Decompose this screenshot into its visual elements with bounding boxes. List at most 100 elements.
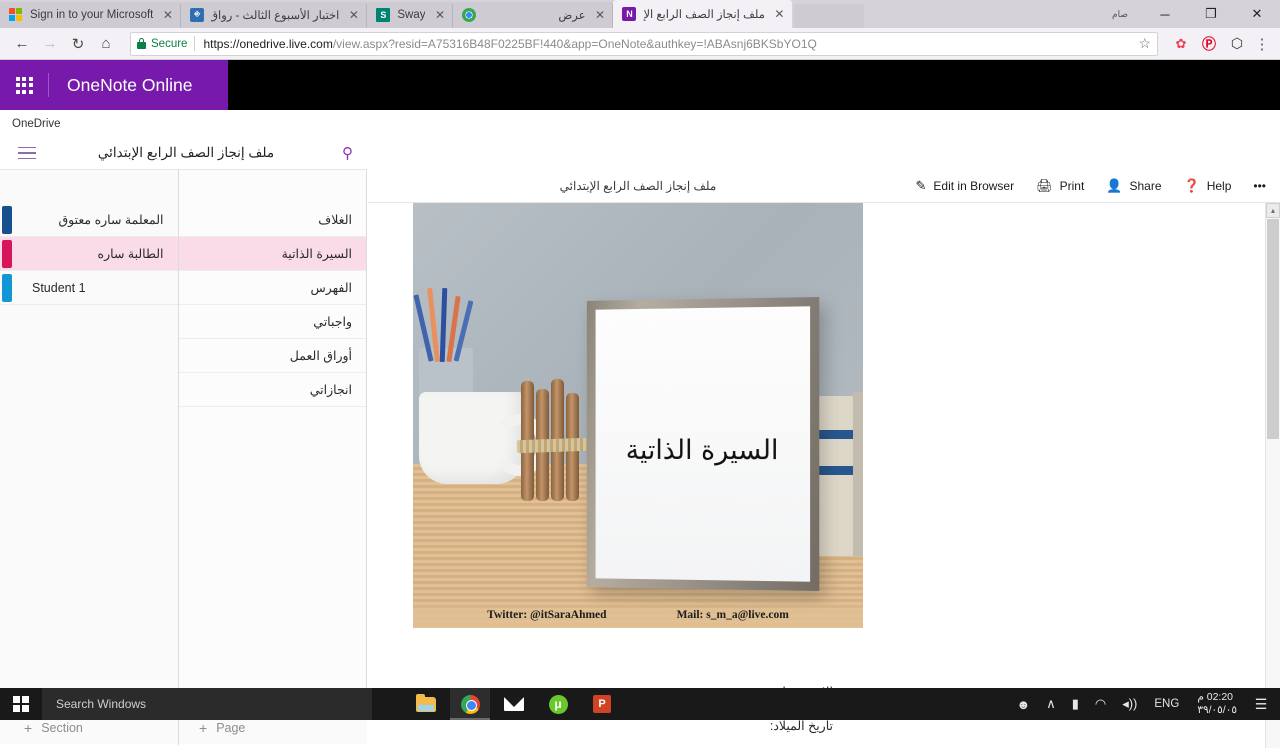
pocket-extension-icon[interactable]: ✿ <box>1170 33 1192 55</box>
browser-tab[interactable]: عرض ✕ <box>453 2 613 28</box>
plus-icon: + <box>24 720 32 736</box>
add-section-label: Section <box>41 721 83 735</box>
section-item-selected[interactable]: الطالبة ساره <box>0 237 178 271</box>
help-circle-icon: ❓ <box>1184 178 1200 194</box>
window-controls: صام ─ ❐ ✕ <box>1112 0 1280 28</box>
scrollbar-thumb[interactable] <box>1267 219 1279 439</box>
page-item[interactable]: أوراق العمل <box>179 339 366 373</box>
onenote-icon: N <box>622 7 636 21</box>
battery-icon[interactable]: ▮ <box>1064 688 1087 720</box>
wifi-icon[interactable]: ◠ <box>1087 688 1114 720</box>
utorrent-icon[interactable]: μ <box>538 688 578 720</box>
body-line-birthdate[interactable]: تاريخ الميلاد: <box>413 718 833 733</box>
tab-close-icon[interactable]: ✕ <box>773 8 786 21</box>
search-windows-input[interactable]: Search Windows <box>42 688 372 720</box>
taskbar-app-icons: μ P <box>406 688 622 720</box>
browser-menu-icon[interactable]: ⋮ <box>1252 35 1272 53</box>
start-button[interactable] <box>0 688 42 720</box>
clock-date: ٣٩/٠٥/٠٥ <box>1197 704 1237 717</box>
edit-in-browser-button[interactable]: ✎ Edit in Browser <box>915 178 1014 194</box>
share-label: Share <box>1129 179 1161 193</box>
back-button[interactable]: ← <box>8 30 36 58</box>
scroll-up-arrow-icon[interactable]: ▴ <box>1266 203 1280 218</box>
printer-icon: 🖨 <box>1036 178 1053 194</box>
maximize-button[interactable]: ❐ <box>1188 0 1234 28</box>
windows-logo-icon <box>13 696 29 712</box>
section-color-bar <box>2 274 12 302</box>
page-item[interactable]: الغلاف <box>179 203 366 237</box>
print-label: Print <box>1060 179 1085 193</box>
action-center-icon[interactable]: ☰ <box>1246 688 1276 720</box>
photo-pencils <box>417 282 481 362</box>
secure-label: Secure <box>151 38 187 50</box>
browser-tab[interactable]: Sign in to your Microsoft ✕ <box>0 2 181 28</box>
shield-icon: ⎆ <box>190 8 204 22</box>
minimize-button[interactable]: ─ <box>1142 0 1188 28</box>
new-tab-button[interactable] <box>794 4 864 28</box>
waffle-icon[interactable] <box>0 60 48 110</box>
breadcrumb: OneDrive <box>0 110 1280 137</box>
close-button[interactable]: ✕ <box>1234 0 1280 28</box>
tab-close-icon[interactable]: ✕ <box>161 9 174 22</box>
page-content-area: السيرة الذاتية Twitter: @itSaraAhmed Mai… <box>368 203 1280 748</box>
page-item[interactable]: انجازاتي <box>179 373 366 407</box>
tab-close-icon[interactable]: ✕ <box>433 9 446 22</box>
photo-frame-mat: السيرة الذاتية <box>596 306 811 581</box>
suite-bar-brand: OneNote Online <box>0 60 228 110</box>
photo-caption: Twitter: @itSaraAhmed Mail: s_m_a@live.c… <box>413 602 863 628</box>
bookmark-star-icon[interactable]: ☆ <box>1132 35 1151 52</box>
section-item[interactable]: المعلمة ساره معتوق <box>0 203 178 237</box>
overflow-menu-icon[interactable]: ••• <box>1253 179 1266 193</box>
system-tray: ☻ ∧ ▮ ◠ ◂)) ENG 02:20 م ٣٩/٠٥/٠٥ ☰ <box>1009 688 1280 720</box>
share-button[interactable]: 👤 Share <box>1106 178 1161 194</box>
vertical-scrollbar[interactable]: ▴ <box>1265 203 1280 748</box>
print-button[interactable]: 🖨 Print <box>1036 178 1084 194</box>
page-label: انجازاتي <box>310 382 352 397</box>
browser-tab-strip: Sign in to your Microsoft ✕ ⎆ اختبار الأ… <box>0 0 1280 28</box>
reload-button[interactable]: ↻ <box>64 30 92 58</box>
hamburger-icon[interactable] <box>18 147 36 160</box>
section-item[interactable]: Student 1 <box>0 271 178 305</box>
help-button[interactable]: ❓ Help <box>1184 178 1232 194</box>
page-item-selected[interactable]: السيرة الذاتية <box>179 237 366 271</box>
page-item[interactable]: الفهرس <box>179 271 366 305</box>
url-domain: https://onedrive.live.com <box>203 37 332 51</box>
home-button[interactable]: ⌂ <box>92 30 120 58</box>
photo-mug <box>419 392 525 484</box>
people-icon[interactable]: ☻ <box>1009 688 1039 720</box>
mail-icon[interactable] <box>494 688 534 720</box>
page-item[interactable]: واجباتي <box>179 305 366 339</box>
volume-icon[interactable]: ◂)) <box>1114 688 1145 720</box>
file-explorer-icon[interactable] <box>406 688 446 720</box>
powerpoint-icon[interactable]: P <box>582 688 622 720</box>
tab-title: اختبار الأسبوع الثالث - رواق <box>211 8 339 22</box>
breadcrumb-onedrive[interactable]: OneDrive <box>12 118 61 130</box>
section-label: الطالبة ساره <box>98 246 164 261</box>
chevron-up-icon[interactable]: ∧ <box>1038 688 1064 720</box>
content-command-bar: ملف إنجاز الصف الرابع الإبتدائي ✎ Edit i… <box>368 170 1280 203</box>
box-extension-icon[interactable]: ⬡ <box>1226 33 1248 55</box>
tab-close-icon[interactable]: ✕ <box>347 9 360 22</box>
tab-close-icon[interactable]: ✕ <box>593 9 606 22</box>
browser-tab[interactable]: S Sway ✕ <box>367 2 453 28</box>
powerpoint-glyph: P <box>593 695 611 713</box>
chrome-icon[interactable] <box>450 688 490 720</box>
command-group: ✎ Edit in Browser 🖨 Print 👤 Share ❓ Help… <box>915 178 1280 194</box>
browser-tab-active[interactable]: N ملف إنجاز الصف الرابع الإ ✕ <box>613 0 791 28</box>
pencil-icon: ✎ <box>915 178 926 194</box>
tab-title: Sway <box>397 9 425 21</box>
address-bar[interactable]: Secure https://onedrive.live.com/view.as… <box>130 32 1158 56</box>
pinterest-extension-icon[interactable]: Ⓟ <box>1198 33 1220 55</box>
section-color-bar <box>2 240 12 268</box>
url-text: https://onedrive.live.com/view.aspx?resi… <box>203 37 816 51</box>
page-label: الفهرس <box>310 280 352 295</box>
browser-tab[interactable]: ⎆ اختبار الأسبوع الثالث - رواق ✕ <box>181 2 367 28</box>
clock[interactable]: 02:20 م ٣٩/٠٥/٠٥ <box>1188 688 1246 720</box>
share-person-icon: 👤 <box>1106 178 1122 194</box>
search-icon[interactable]: ⚲ <box>342 144 353 162</box>
microsoft-icon <box>9 8 23 22</box>
language-indicator[interactable]: ENG <box>1145 688 1188 720</box>
forward-button[interactable]: → <box>36 30 64 58</box>
suite-bar: OneNote Online <box>0 60 1280 110</box>
onenote-app: OneNote Online OneDrive ملف إنجاز الصف ا… <box>0 60 1280 688</box>
